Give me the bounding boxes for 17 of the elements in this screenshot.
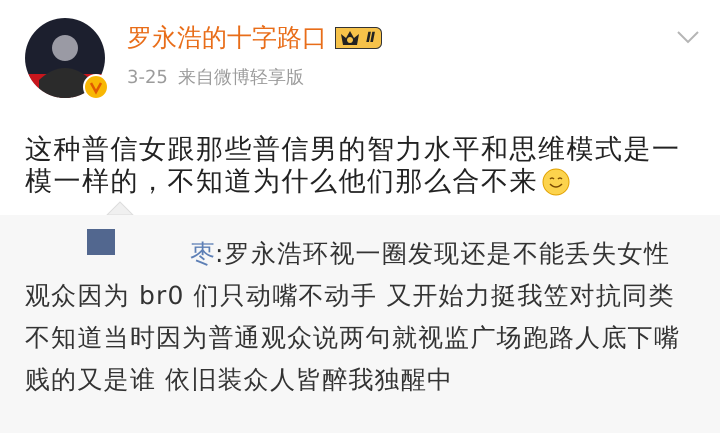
crown-icon <box>340 30 360 46</box>
post-source: 来自微博轻享版 <box>178 66 304 90</box>
pointer-notch <box>106 201 134 215</box>
post-text-line: 模一样的，不知道为什么他们那么合不来 <box>25 166 538 198</box>
post-time: 3-25 <box>127 66 168 90</box>
verified-badge-icon <box>83 74 109 100</box>
repost-text-line: 不知道当时因为普通观众说两句就视监广场跑路人底下嘴 <box>25 322 680 354</box>
post-text-line: 这种普信女跟那些普信男的智力水平和思维模式是一 <box>25 134 680 166</box>
repost-panel[interactable]: 枣:罗永浩环视一圈发现还是不能丢失女性 观众因为 br0 们只动嘴不动手 又开始力挺我笠对抗同类 不知道当时因为普通观众说两句就视监广场跑路人底下嘴 贱的又是谁 依旧装众人皆醉我独醒中 <box>0 215 720 433</box>
smile-emoji-icon <box>542 168 570 196</box>
repost-text-line: 观众因为 br0 们只动嘴不动手 又开始力挺我笠对抗同类 <box>25 280 674 312</box>
repost-text-line: :罗永浩环视一圈发现还是不能丢失女性 <box>215 238 670 270</box>
repost-user[interactable]: 枣 <box>190 235 215 273</box>
redacted-block <box>87 229 115 255</box>
author-name[interactable]: 罗永浩的十字路口 <box>127 23 327 53</box>
badge-level: Ⅱ <box>366 31 376 45</box>
repost-text-line: 贱的又是谁 依旧装众人皆醉我独醒中 <box>25 364 454 396</box>
